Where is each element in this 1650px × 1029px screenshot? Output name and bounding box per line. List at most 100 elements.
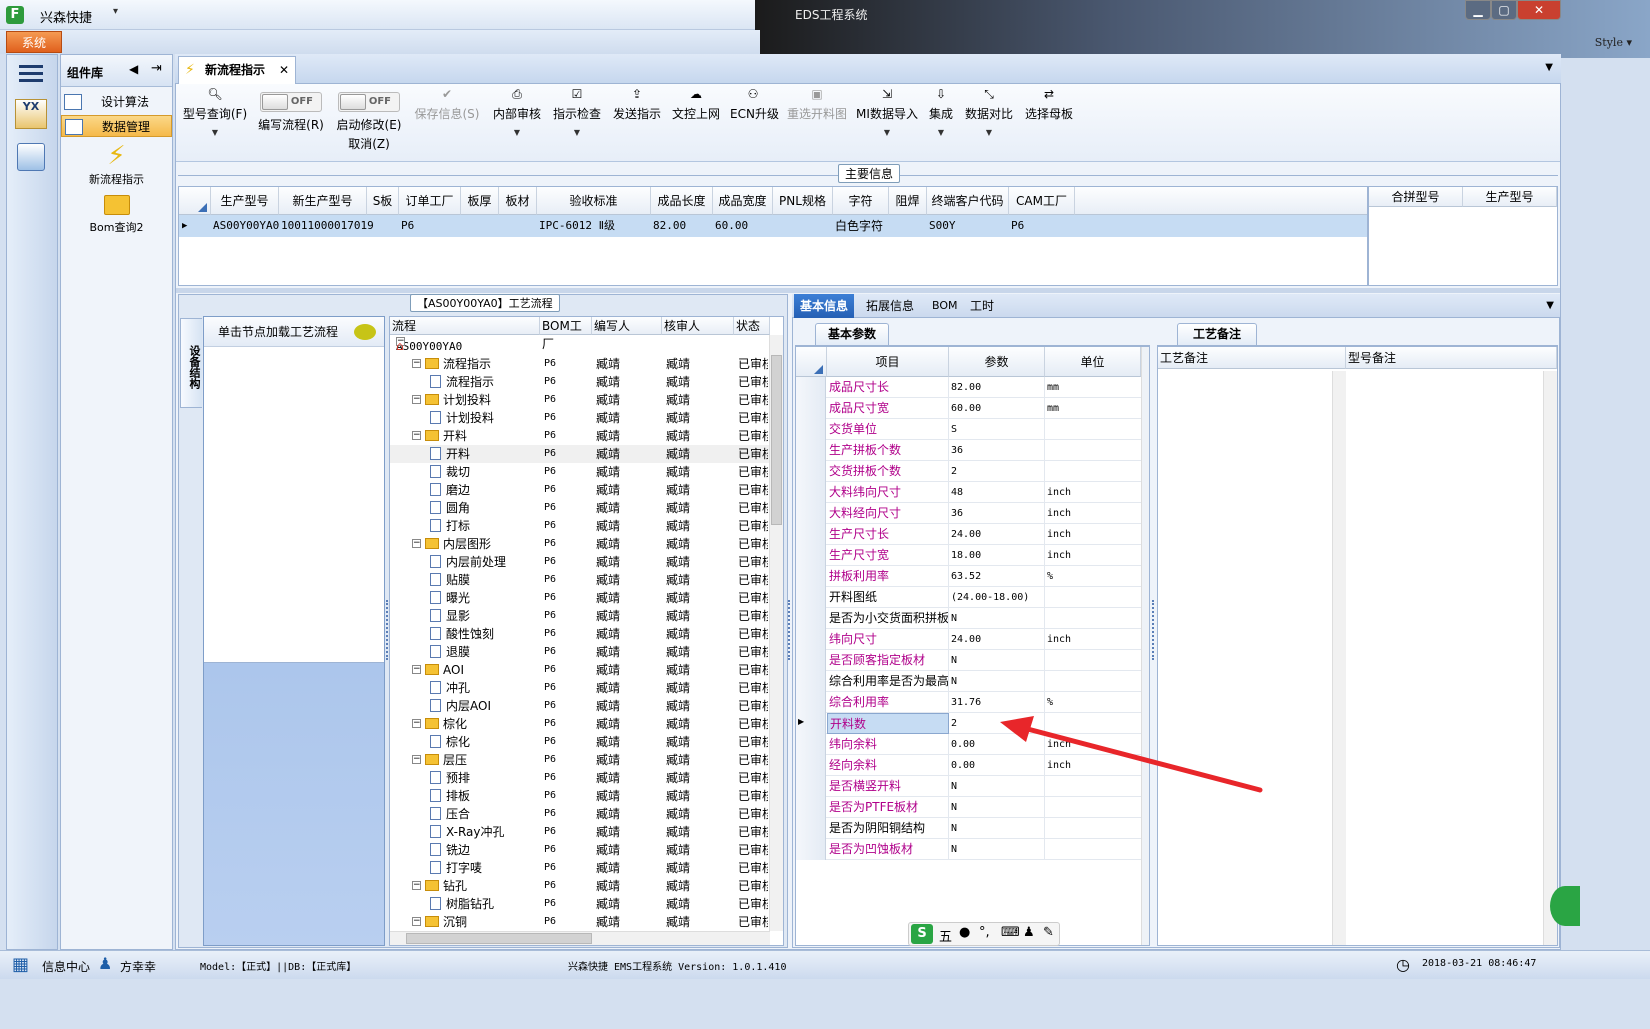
- row-header[interactable]: [796, 671, 826, 692]
- send-instruction-button[interactable]: ⇪ 发送指示: [612, 84, 662, 160]
- tree-row[interactable]: − 钻孔 P6 臧靖 臧靖 已审核: [390, 877, 770, 895]
- remarks-scrollbar[interactable]: [1332, 371, 1346, 945]
- row-header[interactable]: [796, 482, 826, 503]
- maximize-button[interactable]: ▢: [1491, 0, 1517, 20]
- internal-review-button[interactable]: ⎙ 内部审核 ▼: [492, 84, 542, 160]
- column-header[interactable]: 项目: [827, 347, 949, 377]
- tree-node[interactable]: 流程指示: [430, 373, 494, 391]
- tree-node[interactable]: 排板: [430, 787, 470, 805]
- tree-row[interactable]: 裁切 P6 臧靖 臧靖 已审核: [390, 463, 770, 481]
- param-row[interactable]: 是否为小交货面积拼板 N: [796, 608, 1141, 629]
- ime-toolbar[interactable]: S 五 ● °, ⌨ ♟ ✎: [908, 922, 1060, 946]
- tree-row[interactable]: 流程指示 P6 臧靖 臧靖 已审核: [390, 373, 770, 391]
- splitter-grip[interactable]: [386, 600, 389, 660]
- tree-node[interactable]: − 钻孔: [412, 877, 467, 895]
- tree-root[interactable]: − ⌂ AS00Y00YA0: [390, 337, 770, 355]
- row-header[interactable]: [796, 503, 826, 524]
- moon-icon[interactable]: ●: [959, 925, 970, 940]
- row-header[interactable]: [796, 734, 826, 755]
- quick-access-dropdown-icon[interactable]: ▾: [113, 6, 118, 17]
- flow-load-header[interactable]: 单击节点加载工艺流程: [204, 317, 384, 347]
- tab-process-remarks[interactable]: 工艺备注: [1177, 323, 1257, 345]
- info-center-label[interactable]: 信息中心: [42, 958, 90, 975]
- column-header[interactable]: 新生产型号: [279, 187, 367, 215]
- row-header[interactable]: [796, 755, 826, 776]
- tree-row[interactable]: 圆角 P6 臧靖 臧靖 已审核: [390, 499, 770, 517]
- column-header[interactable]: 板材: [499, 187, 537, 215]
- side-tab-equipment[interactable]: 设备结构: [180, 318, 202, 408]
- column-header[interactable]: 字符: [833, 187, 889, 215]
- collapse-toggle-icon[interactable]: −: [412, 359, 421, 368]
- params-scrollbar[interactable]: [1141, 347, 1149, 945]
- tree-node[interactable]: 磨边: [430, 481, 470, 499]
- splitter-grip[interactable]: [788, 600, 791, 660]
- tree-row[interactable]: − 沉铜 P6 臧靖 臧靖 已审核: [390, 913, 770, 931]
- column-header[interactable]: 参数: [949, 347, 1045, 377]
- param-row[interactable]: 是否为阴阳铜结构 N: [796, 818, 1141, 839]
- collapse-toggle-icon[interactable]: −: [412, 755, 421, 764]
- param-row[interactable]: 交货单位 S: [796, 419, 1141, 440]
- row-header[interactable]: [796, 461, 826, 482]
- select-motherboard-button[interactable]: ⇄ 选择母板: [1024, 84, 1074, 160]
- row-header[interactable]: [796, 608, 826, 629]
- param-row[interactable]: 生产拼板个数 36: [796, 440, 1141, 461]
- minimize-button[interactable]: ▁: [1465, 0, 1491, 20]
- tree-node[interactable]: 树脂钻孔: [430, 895, 494, 913]
- tab-dropdown-icon[interactable]: ▼: [1546, 300, 1554, 311]
- row-header[interactable]: [796, 692, 826, 713]
- column-header[interactable]: 成品长度: [651, 187, 713, 215]
- tree-node[interactable]: − 沉铜: [412, 913, 467, 931]
- param-row[interactable]: 交货拼板个数 2: [796, 461, 1141, 482]
- tree-row[interactable]: − 计划投料 P6 臧靖 臧靖 已审核: [390, 391, 770, 409]
- row-header[interactable]: [796, 650, 826, 671]
- instruction-check-button[interactable]: ☑ 指示检查 ▼: [552, 84, 602, 160]
- param-value-cell[interactable]: N: [949, 608, 1045, 629]
- nav-item-data-management[interactable]: 数据管理: [61, 115, 172, 137]
- column-header[interactable]: 核审人: [662, 317, 734, 335]
- tab-work-hours[interactable]: 工时: [964, 294, 1000, 318]
- column-header[interactable]: 单位: [1045, 347, 1141, 377]
- row-header[interactable]: [796, 524, 826, 545]
- tree-node[interactable]: 显影: [430, 607, 470, 625]
- row-header[interactable]: [796, 797, 826, 818]
- tree-row[interactable]: X-Ray冲孔 P6 臧靖 臧靖 已审核: [390, 823, 770, 841]
- collapse-toggle-icon[interactable]: −: [412, 395, 421, 404]
- tree-node[interactable]: 棕化: [430, 733, 470, 751]
- hamburger-menu-icon[interactable]: [19, 63, 43, 83]
- column-header[interactable]: 成品宽度: [713, 187, 773, 215]
- tree-node[interactable]: − 层压: [412, 751, 467, 769]
- tree-row[interactable]: 打字唛 P6 臧靖 臧靖 已审核: [390, 859, 770, 877]
- mi-data-import-button[interactable]: ⇲ MI数据导入 ▼: [856, 84, 918, 160]
- tab-bom[interactable]: BOM: [926, 294, 964, 318]
- close-window-button[interactable]: ✕: [1517, 0, 1561, 20]
- param-value-cell[interactable]: N: [949, 818, 1045, 839]
- toggle-switch[interactable]: OFF: [260, 92, 322, 112]
- tree-row[interactable]: 酸性蚀刻 P6 臧靖 臧靖 已审核: [390, 625, 770, 643]
- tree-row[interactable]: 打标 P6 臧靖 臧靖 已审核: [390, 517, 770, 535]
- tree-row[interactable]: 排板 P6 臧靖 臧靖 已审核: [390, 787, 770, 805]
- param-row[interactable]: 大料经向尺寸 36 inch: [796, 503, 1141, 524]
- tree-node[interactable]: 计划投料: [430, 409, 494, 427]
- tab-basic-info[interactable]: 基本信息: [794, 294, 855, 318]
- pin-icon[interactable]: ⇥: [151, 61, 162, 76]
- punctuation-icon[interactable]: °,: [979, 925, 990, 940]
- tab-new-flow[interactable]: ⚡ 新流程指示 ✕: [178, 56, 296, 84]
- tree-vertical-scrollbar[interactable]: [769, 335, 783, 931]
- ecn-upgrade-button[interactable]: ⚇ ECN升级: [730, 84, 779, 160]
- param-value-cell[interactable]: 36: [949, 440, 1045, 461]
- column-header[interactable]: 阻焊: [889, 187, 927, 215]
- tree-node[interactable]: 开料: [430, 445, 470, 463]
- tree-row[interactable]: 棕化 P6 臧靖 臧靖 已审核: [390, 733, 770, 751]
- collapse-toggle-icon[interactable]: −: [412, 917, 421, 926]
- column-header[interactable]: 合拼型号: [1369, 187, 1463, 207]
- param-row[interactable]: 综合利用率是否为最高 N: [796, 671, 1141, 692]
- param-value-cell[interactable]: 63.52: [949, 566, 1045, 587]
- tree-row[interactable]: 显影 P6 臧靖 臧靖 已审核: [390, 607, 770, 625]
- collapse-toggle-icon[interactable]: −: [412, 881, 421, 890]
- param-value-cell[interactable]: N: [949, 650, 1045, 671]
- param-value-cell[interactable]: 60.00: [949, 398, 1045, 419]
- start-modify-toggle[interactable]: OFF 启动修改(E) 取消(Z): [334, 84, 404, 160]
- tree-node[interactable]: 内层AOI: [430, 697, 491, 715]
- column-header[interactable]: 状态: [734, 317, 770, 335]
- tree-row[interactable]: − 棕化 P6 臧靖 臧靖 已审核: [390, 715, 770, 733]
